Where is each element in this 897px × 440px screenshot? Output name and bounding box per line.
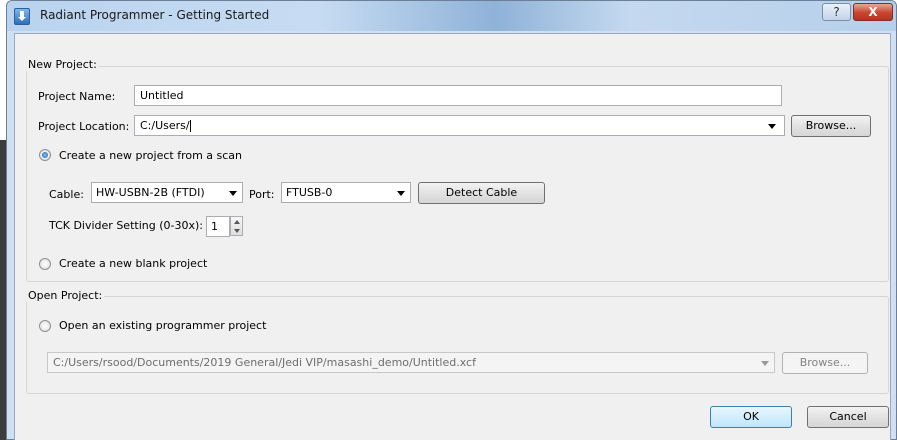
open-project-group-title: Open Project: (26, 289, 105, 302)
tck-divider-label: TCK Divider Setting (0-30x): (49, 219, 203, 232)
ok-button[interactable]: OK (710, 406, 792, 428)
open-existing-label[interactable]: Open an existing programmer project (59, 319, 266, 333)
project-location-label: Project Location: (38, 120, 130, 133)
project-location-combo[interactable]: C:/Users/ (134, 115, 785, 136)
existing-project-path-combo: C:/Users/rsood/Documents/2019 General/Je… (47, 352, 775, 373)
cable-label: Cable: (49, 188, 84, 201)
close-button[interactable]: X (853, 3, 893, 21)
window-title: Radiant Programmer - Getting Started (40, 8, 270, 22)
blank-option-radio[interactable] (39, 258, 51, 270)
location-dropdown-arrow-icon[interactable] (768, 124, 776, 129)
new-project-group-title: New Project: (26, 58, 99, 71)
blank-option-label[interactable]: Create a new blank project (59, 257, 207, 271)
scan-option-label[interactable]: Create a new project from a scan (59, 149, 242, 163)
location-browse-button[interactable]: Browse... (791, 115, 871, 137)
project-location-value: C:/Users/ (140, 119, 190, 132)
cable-dropdown-arrow-icon (229, 191, 237, 196)
tck-divider-spinner[interactable] (230, 216, 243, 236)
existing-project-path-value: C:/Users/rsood/Documents/2019 General/Je… (53, 356, 476, 369)
port-dropdown-arrow-icon (397, 191, 405, 196)
help-button[interactable]: ? (822, 3, 851, 21)
open-existing-radio[interactable] (39, 320, 51, 332)
cable-select[interactable]: HW-USBN-2B (FTDI) (91, 182, 243, 203)
radiant-programmer-app-icon (14, 8, 30, 25)
cancel-button[interactable]: Cancel (807, 406, 889, 428)
project-name-label: Project Name: (38, 90, 116, 103)
port-select-value: FTUSB-0 (286, 186, 333, 199)
open-project-group (26, 296, 889, 394)
cable-select-value: HW-USBN-2B (FTDI) (96, 186, 205, 199)
path-dropdown-arrow-icon (761, 361, 769, 366)
text-cursor (189, 120, 191, 132)
port-select[interactable]: FTUSB-0 (281, 182, 411, 203)
project-name-input[interactable]: Untitled (134, 85, 782, 106)
spin-up-arrow-icon[interactable] (234, 220, 240, 224)
open-browse-button: Browse... (782, 352, 868, 374)
port-label: Port: (249, 188, 275, 201)
spin-down-arrow-icon[interactable] (234, 229, 240, 233)
detect-cable-button[interactable]: Detect Cable (418, 182, 545, 204)
tck-divider-input[interactable]: 1 (206, 216, 230, 237)
scan-option-radio[interactable] (39, 149, 51, 161)
